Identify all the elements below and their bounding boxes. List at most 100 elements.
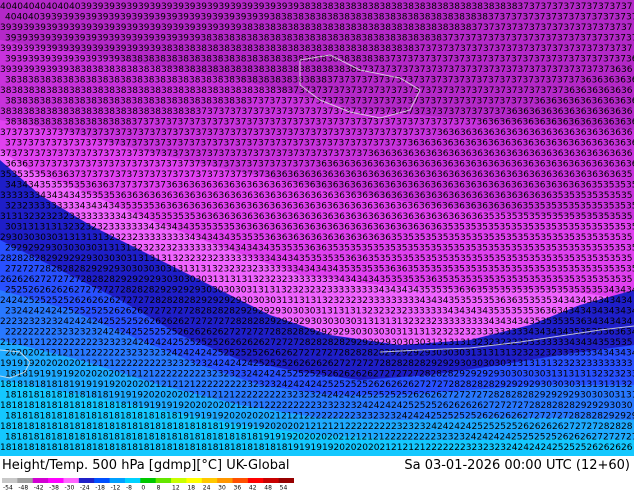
contour-label: 34 <box>626 328 634 338</box>
contour-label: 35 <box>557 265 568 275</box>
contour-label: 28 <box>224 307 236 317</box>
contour-label: 29 <box>327 328 339 338</box>
contour-label: 28 <box>299 338 311 348</box>
contour-label: 29 <box>28 244 40 254</box>
contour-label: 18 <box>166 412 178 422</box>
contour-label: 36 <box>46 170 58 180</box>
contour-label: 29 <box>155 286 167 296</box>
contour-label: 38 <box>173 107 185 117</box>
contour-label: 39 <box>109 55 121 65</box>
contour-label: 37 <box>615 13 626 23</box>
contour-label: 38 <box>281 34 293 44</box>
contour-label: 37 <box>610 44 621 54</box>
contour-label: 20 <box>293 433 305 443</box>
contour-label: 38 <box>189 55 201 65</box>
contour-label: 27 <box>224 328 235 338</box>
contour-label: 36 <box>557 97 569 107</box>
contour-label: 22 <box>316 412 327 422</box>
contour-label: 37 <box>316 139 327 149</box>
contour-label: 23 <box>173 359 184 369</box>
contour-label: 32 <box>465 328 476 338</box>
contour-label: 38 <box>276 65 288 75</box>
contour-label: 40 <box>23 2 35 12</box>
contour-label: 37 <box>391 128 402 138</box>
contour-label: 28 <box>35 254 47 264</box>
contour-label: 37 <box>178 160 189 170</box>
contour-label: 37 <box>373 139 384 149</box>
contour-label: 27 <box>465 391 476 401</box>
contour-label: 29 <box>115 275 127 285</box>
contour-label: 34 <box>575 296 587 306</box>
contour-label: 30 <box>46 233 58 243</box>
contour-label: 39 <box>242 2 254 12</box>
contour-label: 28 <box>81 275 93 285</box>
contour-label: 33 <box>253 254 264 264</box>
contour-label: 33 <box>51 202 62 212</box>
contour-label: 31 <box>28 223 39 233</box>
contour-label: 36 <box>155 202 167 212</box>
contour-label: 37 <box>120 160 131 170</box>
contour-label: 32 <box>212 265 223 275</box>
contour-label: 27 <box>546 412 557 422</box>
contour-label: 31 <box>506 359 517 369</box>
contour-label: 37 <box>155 181 166 191</box>
contour-label: 18 <box>212 433 224 443</box>
contour-label: 36 <box>598 128 610 138</box>
contour-label: 28 <box>173 296 185 306</box>
contour-label: 23 <box>460 443 471 453</box>
contour-label: 25 <box>472 422 483 432</box>
contour-label: 34 <box>523 328 535 338</box>
contour-label: 38 <box>281 55 293 65</box>
contour-label: 18 <box>104 401 116 411</box>
contour-label: 37 <box>201 139 212 149</box>
contour-label: 38 <box>224 34 236 44</box>
contour-label: 28 <box>414 359 426 369</box>
contour-label: 36 <box>437 191 449 201</box>
contour-label: 38 <box>81 65 93 75</box>
contour-label: 37 <box>373 76 384 86</box>
contour-label: 36 <box>201 181 213 191</box>
contour-label: 35 <box>460 296 471 306</box>
contour-label: 22 <box>219 380 230 390</box>
contour-label: 35 <box>426 254 437 264</box>
contour-label: 36 <box>483 191 495 201</box>
contour-label: 35 <box>120 202 131 212</box>
contour-label: 20 <box>327 433 339 443</box>
colorbar-segment <box>217 478 234 483</box>
contour-label: 37 <box>465 34 476 44</box>
contour-label: 37 <box>63 139 74 149</box>
contour-label: 36 <box>288 212 300 222</box>
contour-label: 37 <box>196 149 207 159</box>
contour-label: 36 <box>626 76 634 86</box>
contour-label: 37 <box>552 2 563 12</box>
contour-label: 36 <box>178 202 190 212</box>
contour-label: 31 <box>81 233 92 243</box>
contour-label: 20 <box>28 349 40 359</box>
contour-label: 37 <box>495 65 506 75</box>
contour-label: 29 <box>437 359 449 369</box>
contour-label: 28 <box>442 370 454 380</box>
contour-label: 36 <box>603 118 615 128</box>
contour-label: 18 <box>109 412 121 422</box>
contour-label: 22 <box>0 317 11 327</box>
contour-label: 26 <box>104 296 116 306</box>
contour-label: 39 <box>104 23 116 33</box>
contour-label: 35 <box>477 223 488 233</box>
contour-label: 37 <box>385 55 396 65</box>
contour-label: 20 <box>178 391 190 401</box>
contour-label: 39 <box>219 23 231 33</box>
contour-label: 37 <box>196 128 207 138</box>
contour-label: 34 <box>247 244 259 254</box>
contour-label: 18 <box>81 443 93 453</box>
contour-label: 28 <box>230 317 242 327</box>
contour-label: 25 <box>127 317 138 327</box>
contour-label: 36 <box>316 244 328 254</box>
contour-label: 37 <box>598 2 609 12</box>
contour-label: 37 <box>523 55 534 65</box>
contour-label: 36 <box>477 118 489 128</box>
contour-label: 23 <box>334 401 345 411</box>
contour-label: 35 <box>621 191 632 201</box>
colorbar-tick-label: 8 <box>157 485 161 490</box>
contour-label: 36 <box>288 170 300 180</box>
contour-label: 38 <box>69 107 81 117</box>
